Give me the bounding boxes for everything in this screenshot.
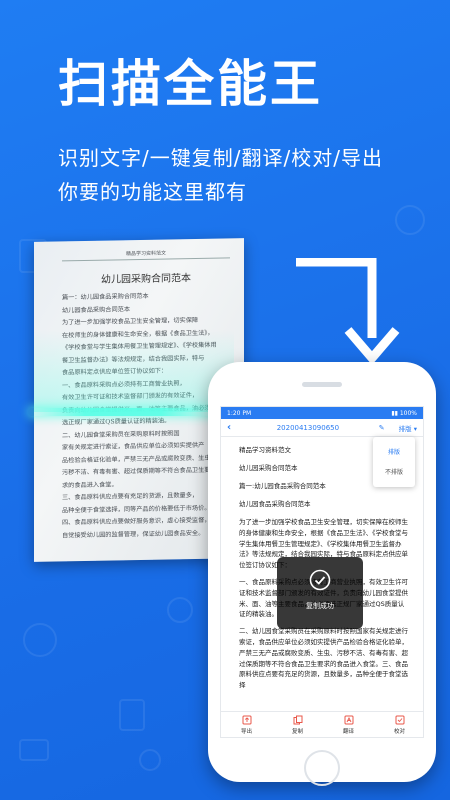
translate-button[interactable]: 翻译	[323, 712, 374, 737]
scan-line	[28, 408, 218, 416]
copy-icon	[293, 715, 302, 725]
nav-bar: ‹ 20200413090650 ✎ 排版 ▾	[221, 419, 423, 437]
hero-title: 扫描全能王	[58, 55, 323, 113]
document-title: 20200413090650	[276, 423, 340, 432]
translate-label: 翻译	[342, 729, 354, 735]
export-icon	[242, 715, 251, 725]
paper-header: 精品学习资料范文	[62, 248, 230, 262]
phone-speaker	[302, 382, 342, 387]
flow-arrow-icon	[296, 258, 400, 365]
dropdown-option-layout[interactable]: 排版	[373, 443, 415, 463]
check-circle-icon	[309, 569, 331, 591]
proofread-button[interactable]: 校对	[374, 712, 423, 737]
layout-label: 排版	[398, 424, 412, 433]
copy-button[interactable]: 复制	[272, 712, 323, 737]
proofread-icon	[395, 715, 404, 725]
back-arrow-icon[interactable]: ‹	[227, 422, 237, 433]
bottom-toolbar: 导出 复制 翻译 校对	[221, 711, 423, 737]
phone-screen: 1:20 PM ▮▮ 100% ‹ 20200413090650 ✎ 排版 ▾ …	[220, 406, 424, 738]
hero-subtitle-line1: 识别文字/一键复制/翻译/校对/导出	[58, 146, 383, 170]
hero-subtitle-line2: 你要的功能这里都有	[58, 180, 247, 204]
proofread-label: 校对	[393, 729, 405, 735]
translate-icon	[344, 715, 353, 725]
export-label: 导出	[240, 729, 252, 735]
export-button[interactable]: 导出	[221, 712, 272, 737]
status-bar: 1:20 PM ▮▮ 100%	[221, 407, 423, 419]
content-line: 幼儿园食品采购合同范本	[239, 500, 311, 508]
phone-home-button	[304, 750, 340, 786]
copy-label: 复制	[291, 729, 303, 735]
phone-mockup: 1:20 PM ▮▮ 100% ‹ 20200413090650 ✎ 排版 ▾ …	[208, 362, 436, 786]
status-time: 1:20 PM	[227, 409, 252, 417]
content-paragraph: 二、幼儿园食堂采购员在采购原料时按照国家有关规定进行索证，食品供应单位必须如实提…	[239, 627, 408, 690]
layout-menu-button[interactable]: 排版 ▾	[399, 423, 417, 433]
dropdown-option-no-layout[interactable]: 不排版	[373, 463, 415, 483]
status-battery: ▮▮ 100%	[391, 409, 417, 417]
copy-success-toast: 复制成功	[277, 557, 363, 629]
layout-dropdown: 排版 不排版	[373, 437, 415, 487]
scan-glow	[34, 330, 234, 412]
paper-line: 自觉接受幼儿园的监督管理，保证幼儿园食品安全。	[62, 529, 205, 539]
paper-title: 幼儿园采购合同范本	[101, 273, 191, 286]
toast-text: 复制成功	[306, 602, 334, 610]
edit-icon[interactable]: ✎	[379, 424, 385, 432]
